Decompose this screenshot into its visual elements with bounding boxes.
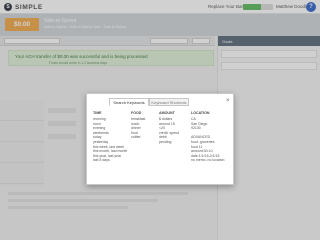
keyword-column-food: breakfast lunch dinner food coffee <box>131 117 145 140</box>
column-header-amount: AMOUNT <box>159 111 175 115</box>
keyword-item: no memo, no location <box>191 158 225 163</box>
keyword-item: last 5 days <box>93 158 110 163</box>
column-header-time: TIME <box>93 111 102 115</box>
search-help-modal: Search Keywords Keyboard Shortcuts × TIM… <box>86 93 234 185</box>
keyword-item: coffee <box>131 135 141 140</box>
keyword-column-time: morning noon evening weekends today yesterday… <box>93 117 127 163</box>
column-header-food: FOOD <box>131 111 142 115</box>
keyword-column-amount: $ dollars around 15 <20 credit, spend debit p… <box>159 117 179 145</box>
keyword-column-location: CA San Diego 92130 ADVANCED food -groceries… <box>191 117 224 163</box>
keyword-item: breakfast <box>131 117 146 121</box>
tab-search-keywords[interactable]: Search Keywords <box>109 98 149 106</box>
close-icon[interactable]: × <box>226 98 230 104</box>
column-header-location: LOCATION <box>191 111 210 115</box>
tab-keyboard-shortcuts[interactable]: Keyboard Shortcuts <box>149 98 189 106</box>
keyword-item: pending <box>159 139 172 144</box>
